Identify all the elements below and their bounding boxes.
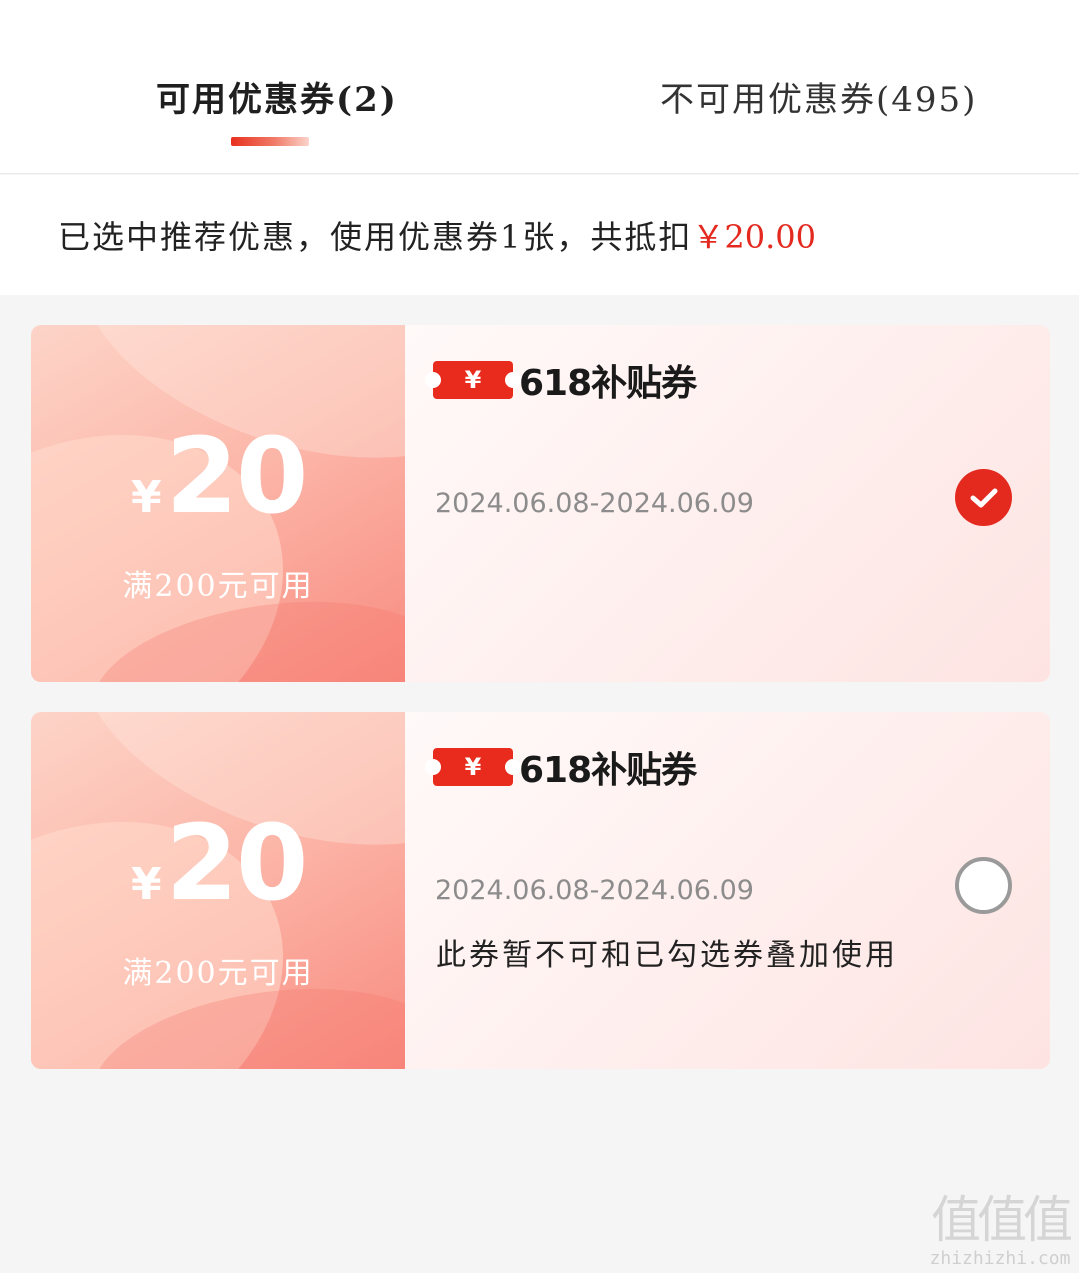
tab-available-coupons[interactable]: 可用优惠券(2) xyxy=(156,78,398,122)
selection-summary: 已选中推荐优惠，使用优惠券1张，共抵扣￥20.00 xyxy=(58,216,816,258)
perforated-edge xyxy=(31,712,37,1069)
coupon-amount: ¥20 xyxy=(131,421,308,531)
ticket-icon: ¥ xyxy=(425,361,521,399)
coupon-value: 20 xyxy=(165,802,309,924)
coupon-card[interactable]: ¥20 满200元可用 ¥ 618补贴券 2024.06.08-2024.06.… xyxy=(31,325,1050,682)
currency-symbol: ¥ xyxy=(131,859,162,910)
coupon-validity-dates: 2024.06.08-2024.06.09 xyxy=(435,488,754,519)
coupon-threshold: 满200元可用 xyxy=(122,956,314,991)
coupon-type-badge: ¥ 618补贴券 xyxy=(425,360,697,404)
summary-text: 已选中推荐优惠，使用优惠券1张，共抵扣 xyxy=(58,218,693,256)
coupon-stacking-note: 此券暂不可和已勾选券叠加使用 xyxy=(436,938,898,973)
coupon-type-label: 618补贴券 xyxy=(519,750,697,791)
coupon-tabs: 可用优惠券(2) 不可用优惠券(495) xyxy=(0,0,1079,174)
coupon-value-panel: ¥20 满200元可用 xyxy=(31,712,405,1069)
checkmark-icon xyxy=(970,488,997,507)
coupon-value-panel: ¥20 满200元可用 xyxy=(31,325,405,682)
coupon-value: 20 xyxy=(165,415,309,537)
watermark-url: zhizhizhi.com xyxy=(929,1248,1071,1269)
coupon-type-badge: ¥ 618补贴券 xyxy=(425,747,697,791)
tab-unavailable-coupons[interactable]: 不可用优惠券(495) xyxy=(660,78,977,122)
summary-amount: ￥20.00 xyxy=(692,218,816,256)
coupon-amount: ¥20 xyxy=(131,808,308,918)
ticket-icon: ¥ xyxy=(425,748,521,786)
watermark-glyphs: 值值值 xyxy=(931,1191,1073,1249)
active-tab-indicator xyxy=(231,137,309,146)
coupon-select-checkbox[interactable] xyxy=(955,857,1012,914)
coupon-threshold: 满200元可用 xyxy=(122,569,314,604)
perforated-edge xyxy=(31,325,37,682)
watermark-logo: 值值值 zhizhizhi.com xyxy=(925,1192,1075,1269)
coupon-select-checkbox[interactable] xyxy=(955,469,1012,526)
coupon-type-label: 618补贴券 xyxy=(519,363,697,404)
currency-symbol: ¥ xyxy=(131,472,162,523)
coupon-card[interactable]: ¥20 满200元可用 ¥ 618补贴券 2024.06.08-2024.06.… xyxy=(31,712,1050,1069)
coupon-validity-dates: 2024.06.08-2024.06.09 xyxy=(435,875,754,906)
